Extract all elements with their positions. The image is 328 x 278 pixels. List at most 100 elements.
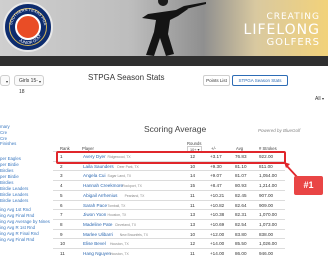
nav-strip xyxy=(0,56,328,66)
rank-cell: 3 xyxy=(60,173,63,179)
rank-cell: 4 xyxy=(60,183,63,189)
sidebar-item[interactable]: Birdie Leaders xyxy=(0,192,28,198)
strokes-cell: 907.00 xyxy=(259,192,274,198)
chevron-down-icon: ▾ xyxy=(321,96,324,101)
rank-cell: 8 xyxy=(60,221,63,227)
rank-cell: 9 xyxy=(60,231,63,237)
player-location: Houston, TX xyxy=(109,242,129,247)
sidebar-item[interactable]: ing Avg Average by Nines xyxy=(0,219,50,225)
table-title: Scoring Average xyxy=(144,124,207,134)
rank-cell: 6 xyxy=(60,202,63,208)
logo-lettering: SOUTHERN TEXAS PGA JUNIOR GOLF xyxy=(8,7,48,46)
rank-cell: 11 xyxy=(60,251,65,256)
strokes-cell: 1,214.00 xyxy=(259,183,277,189)
avg-cell: 81.07 xyxy=(235,173,247,179)
tagline-golfers: GOLFERS xyxy=(266,37,320,48)
player-location: Pearland, TX xyxy=(124,193,145,198)
plus-minus-cell: +10.21 xyxy=(210,192,225,198)
logo-seal[interactable]: SOUTHERN TEXAS PGA JUNIOR GOLF xyxy=(3,2,53,52)
player-location: Tomball, TX xyxy=(107,203,126,208)
rounds-cell: 12 xyxy=(190,241,196,247)
sidebar-item[interactable]: Birdies xyxy=(0,168,13,174)
player-name-link[interactable]: Hannah Creekmore xyxy=(83,183,123,188)
strokes-cell: 946.00 xyxy=(259,251,274,256)
plus-minus-cell: +10.82 xyxy=(210,202,225,208)
plus-minus-cell: +10.38 xyxy=(210,212,225,218)
player-name-link[interactable]: Madeline Pate xyxy=(83,222,112,227)
table-row[interactable]: 11 Hang Nguyen Houston, TX 11 +14.00 86.00 946… xyxy=(53,249,285,259)
svg-text:JUNIOR GOLF: JUNIOR GOLF xyxy=(18,33,42,46)
rounds-cell: 11 xyxy=(190,192,195,198)
rounds-cell: 11 xyxy=(190,202,195,208)
strokes-cell: 1,026.00 xyxy=(259,241,277,247)
sidebar-item[interactable]: ing Avg Final Rnd xyxy=(0,237,34,243)
plus-minus-cell: +12.00 xyxy=(210,231,225,237)
sidebar-item[interactable]: ing Avg R 1st Rnd xyxy=(0,225,35,231)
sidebar-item[interactable]: Cre xyxy=(0,130,7,136)
division-select-value: Girls 15-18 xyxy=(19,78,38,95)
rank-cell: 2 xyxy=(60,163,63,169)
points-list-button[interactable]: Points List xyxy=(203,75,230,86)
chevron-down-icon: ▾ xyxy=(5,79,8,84)
plus-minus-cell: +9.30 xyxy=(210,163,222,169)
sidebar-item[interactable]: mary xyxy=(0,124,10,130)
sidebar-item[interactable]: per Eagles xyxy=(0,156,21,162)
player-location: Cleveland, TX xyxy=(114,222,137,227)
annotation-label: #1 xyxy=(294,176,323,195)
player-location: Sugar Land, TX xyxy=(107,174,132,179)
avg-cell: 81.10 xyxy=(235,163,247,169)
rounds-cell: 14 xyxy=(190,173,196,179)
avg-cell: 82.45 xyxy=(235,192,247,198)
avg-cell: 85.50 xyxy=(235,241,247,247)
player-name-link[interactable]: Angela Cui xyxy=(83,173,105,178)
sidebar-item[interactable]: Finishes xyxy=(0,141,16,147)
page-title: STPGA Season Stats xyxy=(88,73,165,82)
chevron-down-icon: ▾ xyxy=(38,79,41,84)
svg-text:SOUTHERN TEXAS PGA: SOUTHERN TEXAS PGA xyxy=(8,7,48,26)
plus-minus-cell: +14.00 xyxy=(210,241,225,247)
rounds-cell: 13 xyxy=(190,221,196,227)
sidebar-item[interactable]: ing Avg 1st Rnd xyxy=(0,207,31,213)
avg-cell: 82.64 xyxy=(235,202,247,208)
sidebar-item[interactable]: ing Avg Final Rnd xyxy=(0,213,34,219)
sidebar-item[interactable]: Birdie Leaders xyxy=(0,186,28,192)
header-banner: SOUTHERN TEXAS PGA JUNIOR GOLF CREATING … xyxy=(0,0,328,56)
sidebar-item[interactable]: ing Avg R Final Rnd xyxy=(0,231,39,237)
sidebar-item[interactable]: Birdies xyxy=(0,180,13,186)
sidebar-item[interactable]: per Birdie xyxy=(0,174,19,180)
rounds-cell: 13 xyxy=(190,212,196,218)
sidebar-item[interactable]: per Birdie xyxy=(0,162,19,168)
rank-cell: 10 xyxy=(60,241,66,247)
player-name-link[interactable]: Laila Saunders xyxy=(83,164,114,169)
player-name-link[interactable]: Elise Bevel xyxy=(83,241,106,246)
avg-cell: 80.93 xyxy=(235,183,247,189)
all-select[interactable]: All ▾ xyxy=(315,96,324,102)
player-name-link[interactable]: Sarah Pace xyxy=(83,203,107,208)
golfer-silhouette-image xyxy=(142,0,206,56)
rank-cell: 5 xyxy=(60,192,63,198)
sidebar-item[interactable]: Birdie Leaders xyxy=(0,198,28,204)
avg-cell: 86.00 xyxy=(235,251,247,256)
all-select-label: All xyxy=(315,96,321,102)
season-stats-button[interactable]: STPGA Season Stats xyxy=(232,75,288,86)
rounds-cell: 11 xyxy=(190,251,195,256)
player-location: Rockport, TX xyxy=(122,184,142,189)
player-name-link[interactable]: Jiwon Yoon xyxy=(83,212,106,217)
rounds-cell: 10 xyxy=(190,231,196,237)
strokes-cell: 1,073.00 xyxy=(259,221,277,227)
division-select[interactable]: Girls 15-18 ▾ xyxy=(14,75,44,95)
plus-minus-cell: +10.69 xyxy=(210,221,225,227)
strokes-cell: 909.00 xyxy=(259,202,274,208)
bluegolf-brand: Powered by BlueGolf xyxy=(258,128,301,133)
plus-minus-cell: +14.00 xyxy=(210,251,225,256)
player-location: New Braunfels, TX xyxy=(119,232,148,237)
highlight-box-first-row xyxy=(56,151,286,164)
player-name-link[interactable]: Marlee Ulibarri xyxy=(83,232,113,237)
strokes-cell: 1,054.00 xyxy=(259,173,277,179)
strokes-cell: 1,070.00 xyxy=(259,212,277,218)
year-select[interactable]: ▾ xyxy=(0,75,10,86)
player-name-link[interactable]: Hang Nguyen xyxy=(83,251,111,256)
rank-cell: 7 xyxy=(60,212,63,218)
player-name-link[interactable]: Abigail Arrhenius xyxy=(83,193,117,198)
avg-cell: 82.31 xyxy=(235,212,247,218)
